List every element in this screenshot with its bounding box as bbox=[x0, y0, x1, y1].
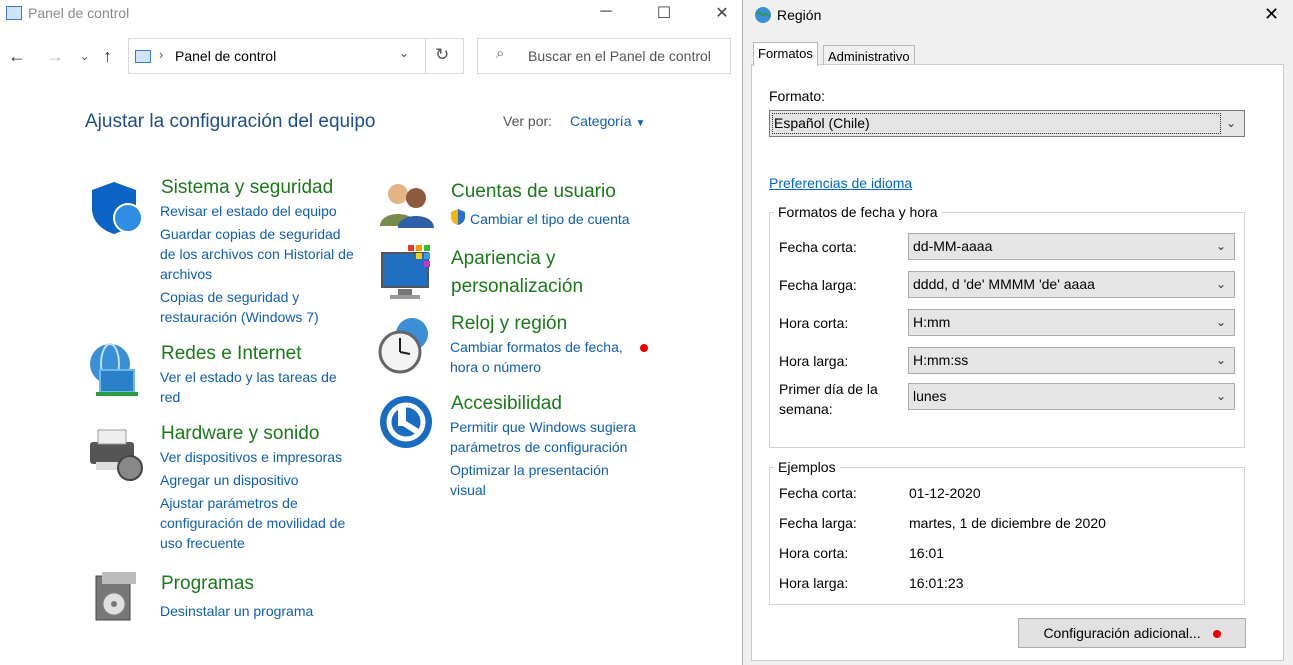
window-title: Panel de control bbox=[28, 5, 130, 21]
focus-rect bbox=[772, 113, 1221, 134]
category-redes-title[interactable]: Redes e Internet bbox=[161, 343, 301, 365]
long-date-select[interactable]: dddd, d 'de' MMMM 'de' aaaa ⌄ bbox=[908, 271, 1235, 298]
category-apariencia-title[interactable]: Apariencia y personalización bbox=[451, 245, 631, 301]
uac-shield-icon bbox=[451, 209, 465, 225]
back-arrow-icon[interactable]: ← bbox=[8, 46, 26, 67]
additional-settings-label: Configuración adicional... bbox=[1043, 625, 1201, 641]
tab-formatos[interactable]: Formatos bbox=[753, 42, 818, 66]
first-day-label: Primer día de la semana: bbox=[779, 381, 878, 417]
link-permitir-sugerir[interactable]: Permitir que Windows sugiera parámetros … bbox=[450, 417, 660, 457]
short-date-value: dd-MM-aaaa bbox=[913, 238, 993, 254]
category-sistema-title[interactable]: Sistema y seguridad bbox=[161, 177, 333, 199]
examples-group-legend: Ejemplos bbox=[774, 459, 840, 475]
control-panel-app-icon bbox=[6, 6, 22, 20]
control-panel-window: Panel de control ─ ☐ ✕ ← → ⌄ ↑ › Panel d… bbox=[0, 0, 742, 665]
red-marker-dot bbox=[1212, 630, 1221, 639]
example-short-date-label: Fecha corta: bbox=[779, 485, 857, 501]
short-date-select[interactable]: dd-MM-aaaa ⌄ bbox=[908, 233, 1235, 260]
chevron-down-icon: ⌄ bbox=[1215, 277, 1226, 291]
globe-icon bbox=[755, 7, 771, 23]
format-label: Formato: bbox=[769, 88, 826, 104]
address-divider bbox=[425, 39, 426, 73]
clock-globe-icon bbox=[378, 318, 428, 374]
view-by-value[interactable]: Categoría bbox=[570, 113, 631, 129]
example-long-time-label: Hora larga: bbox=[779, 575, 849, 591]
example-long-time-value: 16:01:23 bbox=[909, 575, 964, 591]
up-arrow-icon[interactable]: ↑ bbox=[103, 46, 112, 67]
category-reloj-title[interactable]: Reloj y región bbox=[451, 313, 567, 335]
accessibility-icon bbox=[380, 396, 432, 448]
control-panel-icon bbox=[135, 50, 151, 63]
link-copias-restauracion[interactable]: Copias de seguridad y restauración (Wind… bbox=[160, 287, 340, 327]
search-input[interactable]: Buscar en el Panel de control bbox=[528, 48, 711, 64]
link-desinstalar[interactable]: Desinstalar un programa bbox=[160, 601, 360, 621]
category-hardware-title[interactable]: Hardware y sonido bbox=[161, 423, 319, 445]
shield-icon bbox=[92, 182, 143, 234]
region-dialog-title: Región bbox=[777, 7, 822, 23]
example-short-time-label: Hora corta: bbox=[779, 545, 849, 561]
link-movilidad[interactable]: Ajustar parámetros de configuración de m… bbox=[160, 493, 370, 553]
language-preferences-link[interactable]: Preferencias de idioma bbox=[769, 175, 912, 191]
category-accesibilidad-title[interactable]: Accesibilidad bbox=[451, 393, 562, 415]
refresh-icon[interactable]: ↻ bbox=[435, 45, 449, 65]
close-button[interactable]: ✕ bbox=[702, 3, 742, 23]
chevron-down-icon: ⌄ bbox=[1215, 353, 1226, 367]
breadcrumb[interactable]: Panel de control bbox=[175, 48, 276, 64]
first-day-value: lunes bbox=[913, 388, 947, 404]
page-title: Ajustar la configuración del equipo bbox=[85, 111, 376, 132]
network-globe-icon bbox=[90, 343, 138, 396]
short-time-value: H:mm bbox=[913, 314, 951, 330]
category-programas-title[interactable]: Programas bbox=[161, 573, 254, 595]
long-time-value: H:mm:ss bbox=[913, 352, 969, 368]
region-close-button[interactable]: ✕ bbox=[1264, 4, 1279, 25]
recent-locations-chevron-icon[interactable]: ⌄ bbox=[80, 50, 89, 63]
link-cambiar-formatos[interactable]: Cambiar formatos de fecha, hora o número bbox=[450, 337, 650, 377]
caret-down-icon: ▼ bbox=[635, 118, 646, 129]
short-time-label: Hora corta: bbox=[779, 315, 849, 331]
minimize-button[interactable]: ─ bbox=[586, 3, 626, 21]
long-date-label: Fecha larga: bbox=[779, 277, 857, 293]
link-revisar-estado[interactable]: Revisar el estado del equipo bbox=[160, 201, 370, 221]
category-cuentas-title[interactable]: Cuentas de usuario bbox=[451, 181, 616, 203]
chevron-down-icon: ⌄ bbox=[1215, 389, 1226, 403]
long-date-value: dddd, d 'de' MMMM 'de' aaaa bbox=[913, 276, 1095, 292]
address-dropdown-chevron-icon[interactable]: ⌄ bbox=[399, 46, 409, 60]
appearance-monitor-icon bbox=[381, 245, 430, 299]
link-agregar-dispositivo[interactable]: Agregar un dispositivo bbox=[160, 470, 370, 490]
chevron-down-icon: ⌄ bbox=[1225, 116, 1236, 130]
example-short-date-value: 01-12-2020 bbox=[909, 485, 981, 501]
maximize-button[interactable]: ☐ bbox=[644, 3, 684, 23]
short-time-select[interactable]: H:mm ⌄ bbox=[908, 309, 1235, 336]
format-select[interactable]: Español (Chile) ⌄ bbox=[769, 110, 1245, 137]
chevron-down-icon: ⌄ bbox=[1215, 239, 1226, 253]
link-ver-dispositivos[interactable]: Ver dispositivos e impresoras bbox=[160, 447, 370, 467]
search-box[interactable]: ⌕ Buscar en el Panel de control bbox=[477, 38, 731, 74]
programs-box-icon bbox=[95, 572, 136, 621]
link-estado-red[interactable]: Ver el estado y las tareas de red bbox=[160, 367, 360, 407]
long-time-select[interactable]: H:mm:ss ⌄ bbox=[908, 347, 1235, 374]
forward-arrow-icon[interactable]: → bbox=[46, 46, 64, 67]
link-cambiar-formatos-text[interactable]: Cambiar formatos de fecha, hora o número bbox=[450, 339, 623, 375]
link-cambiar-tipo-cuenta[interactable]: Cambiar el tipo de cuenta bbox=[470, 209, 630, 229]
example-long-date-label: Fecha larga: bbox=[779, 515, 857, 531]
user-accounts-icon bbox=[380, 184, 434, 228]
date-time-group-legend: Formatos de fecha y hora bbox=[774, 204, 942, 220]
address-bar[interactable]: › Panel de control ⌄ ↻ bbox=[128, 38, 464, 74]
long-time-label: Hora larga: bbox=[779, 353, 849, 369]
link-guardar-copias[interactable]: Guardar copias de seguridad de los archi… bbox=[160, 224, 360, 284]
additional-settings-button[interactable]: Configuración adicional... bbox=[1018, 618, 1246, 648]
red-marker-dot bbox=[640, 344, 648, 352]
example-short-time-value: 16:01 bbox=[909, 545, 945, 561]
first-day-select[interactable]: lunes ⌄ bbox=[908, 383, 1235, 410]
view-by-dropdown[interactable]: Categoría ▼ bbox=[570, 113, 645, 129]
chevron-down-icon: ⌄ bbox=[1215, 315, 1226, 329]
short-date-label: Fecha corta: bbox=[779, 239, 857, 255]
view-by-label: Ver por: bbox=[503, 113, 553, 129]
breadcrumb-separator-icon: › bbox=[159, 47, 164, 62]
link-optimizar-presentacion[interactable]: Optimizar la presentación visual bbox=[450, 460, 640, 500]
example-long-date-value: martes, 1 de diciembre de 2020 bbox=[909, 515, 1106, 531]
printer-icon bbox=[90, 429, 143, 481]
search-icon: ⌕ bbox=[496, 45, 505, 62]
